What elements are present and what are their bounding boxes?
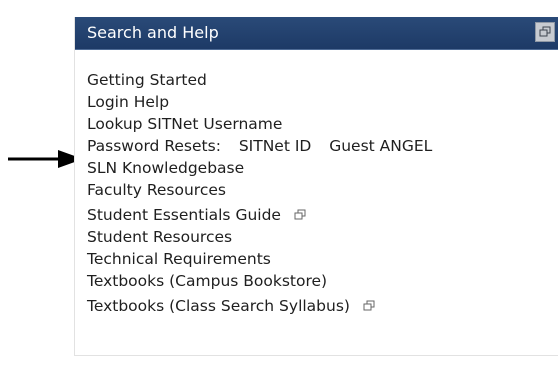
link-password-reset-sitnet[interactable]: SITNet ID <box>239 137 312 155</box>
page: Search and Help Getting Started Login He… <box>0 0 558 384</box>
password-resets-label: Password Resets: <box>87 137 221 155</box>
link-student-resources[interactable]: Student Resources <box>87 226 547 248</box>
link-password-reset-guest[interactable]: Guest ANGEL <box>329 137 432 155</box>
link-student-essentials[interactable]: Student Essentials Guide <box>87 206 281 224</box>
help-links-list: Getting Started Login Help Lookup SITNet… <box>87 69 547 317</box>
textbooks-class-search-row[interactable]: Textbooks (Class Search Syllabus) <box>87 295 547 317</box>
panel-title: Search and Help <box>87 23 219 42</box>
student-essentials-row[interactable]: Student Essentials Guide <box>87 204 547 226</box>
search-and-help-panel: Search and Help Getting Started Login He… <box>74 17 558 356</box>
link-lookup-username[interactable]: Lookup SITNet Username <box>87 113 547 135</box>
restore-window-icon <box>539 26 551 37</box>
link-sln-knowledgebase[interactable]: SLN Knowledgebase <box>87 157 547 179</box>
link-getting-started[interactable]: Getting Started <box>87 69 547 91</box>
link-faculty-resources[interactable]: Faculty Resources <box>87 179 547 201</box>
link-login-help[interactable]: Login Help <box>87 91 547 113</box>
restore-window-button[interactable] <box>535 22 555 42</box>
popup-window-icon <box>363 300 375 311</box>
link-technical-requirements[interactable]: Technical Requirements <box>87 248 547 270</box>
popup-window-icon <box>294 209 306 220</box>
link-textbooks-campus[interactable]: Textbooks (Campus Bookstore) <box>87 270 547 292</box>
panel-header: Search and Help <box>75 17 558 50</box>
password-resets-row: Password Resets: SITNet ID Guest ANGEL <box>87 135 547 157</box>
link-textbooks-class-search[interactable]: Textbooks (Class Search Syllabus) <box>87 297 350 315</box>
right-arrow-icon <box>8 150 83 168</box>
